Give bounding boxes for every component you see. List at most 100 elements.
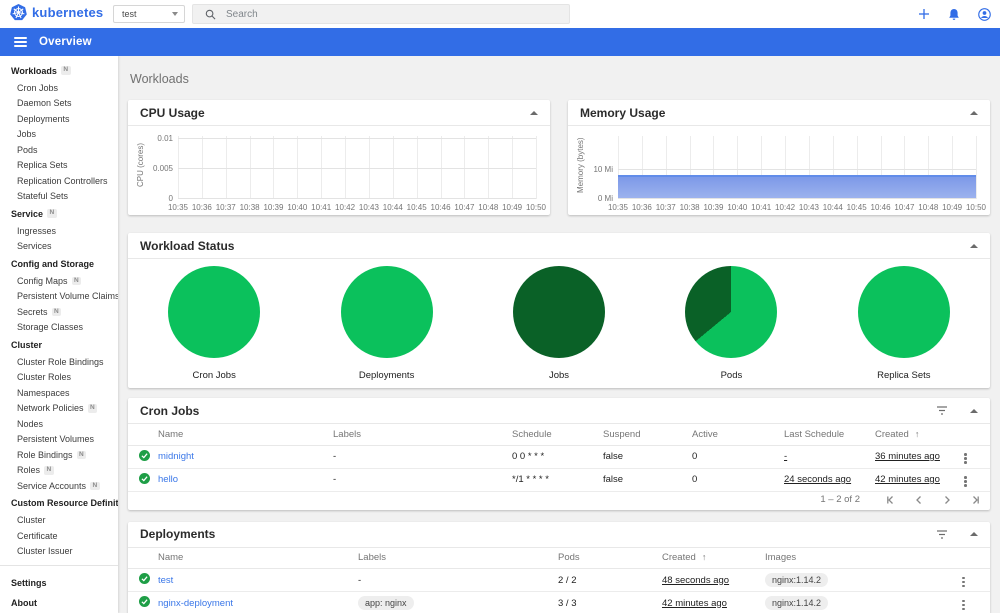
workload-pie-chart[interactable] xyxy=(513,265,606,358)
workload-pie-chart[interactable] xyxy=(340,265,433,358)
namespaced-badge: N xyxy=(71,276,82,285)
sidebar-item[interactable]: Cron Jobs xyxy=(0,80,118,96)
labels-value: - xyxy=(333,474,337,485)
workload-pie-chart[interactable] xyxy=(857,265,950,358)
previous-page-icon[interactable] xyxy=(914,495,924,505)
last-schedule-value: 24 seconds ago xyxy=(784,474,852,485)
search-bar[interactable] xyxy=(192,4,570,24)
sidebar-item[interactable]: Replica Sets xyxy=(0,158,118,174)
kubernetes-logo[interactable]: kubernetes xyxy=(10,4,103,21)
sidebar-item[interactable]: Service N xyxy=(0,204,118,223)
sidebar-item[interactable]: Cluster Issuer xyxy=(0,544,118,560)
sidebar-item[interactable]: Secrets N xyxy=(0,304,118,320)
sidebar-item[interactable]: Cluster xyxy=(0,513,118,529)
filter-icon[interactable] xyxy=(936,529,948,539)
create-resource-button[interactable] xyxy=(916,6,932,22)
sidebar-item[interactable]: Persistent Volume Claims N xyxy=(0,289,118,305)
sidebar-item[interactable]: Settings xyxy=(0,573,118,593)
deployment-name-link[interactable]: test xyxy=(158,575,173,586)
sidebar-item[interactable]: Jobs xyxy=(0,127,118,143)
deployments-card: Deployments Name Labels Pods Created ↑ I… xyxy=(128,521,990,613)
sidebar-item[interactable]: Role Bindings N xyxy=(0,447,118,463)
sidebar-item[interactable]: Daemon Sets xyxy=(0,96,118,112)
column-active[interactable]: Active xyxy=(692,424,784,446)
x-tick-label: 10:41 xyxy=(751,203,772,212)
column-labels[interactable]: Labels xyxy=(333,424,512,446)
collapse-icon[interactable] xyxy=(970,243,978,248)
sidebar-item[interactable]: Service Accounts N xyxy=(0,478,118,494)
image-chip: nginx:1.14.2 xyxy=(765,596,829,610)
workload-pie-cell: Replica Sets xyxy=(818,265,990,381)
workload-pie-chart[interactable] xyxy=(685,265,778,358)
column-created[interactable]: Created ↑ xyxy=(662,547,765,569)
collapse-icon[interactable] xyxy=(970,110,978,115)
sidebar-item[interactable]: Storage Classes xyxy=(0,320,118,336)
cron-job-name-link[interactable]: midnight xyxy=(158,451,194,462)
sidebar-item[interactable]: Custom Resource Definitions xyxy=(0,494,118,513)
sidebar-item[interactable]: Roles N xyxy=(0,463,118,479)
sidebar-item[interactable]: Ingresses xyxy=(0,223,118,239)
column-labels[interactable]: Labels xyxy=(358,547,558,569)
sidebar-item[interactable] xyxy=(0,565,118,566)
sidebar-item[interactable]: About xyxy=(0,593,118,613)
namespace-selector[interactable]: test xyxy=(113,5,185,23)
sidebar-item[interactable]: Cluster xyxy=(0,335,118,354)
labels-value: - xyxy=(333,451,337,462)
sidebar-item[interactable]: Deployments xyxy=(0,111,118,127)
column-created[interactable]: Created ↑ xyxy=(875,424,962,446)
check-circle-icon xyxy=(139,472,150,484)
sidebar-item[interactable]: Cluster Role Bindings xyxy=(0,354,118,370)
column-images[interactable]: Images xyxy=(765,547,960,569)
x-tick-label: 10:42 xyxy=(775,203,796,212)
sidebar-item[interactable]: Certificate xyxy=(0,528,118,544)
first-page-icon[interactable] xyxy=(886,495,896,505)
column-name[interactable]: Name xyxy=(158,424,333,446)
column-actions xyxy=(960,547,990,569)
sidebar-item[interactable]: Workloads N xyxy=(0,61,118,80)
collapse-icon[interactable] xyxy=(970,532,978,536)
cron-job-row[interactable]: hello - */1 * * * * false 0 24 seconds a… xyxy=(128,468,990,492)
column-name[interactable]: Name xyxy=(158,547,358,569)
notifications-button[interactable] xyxy=(946,6,962,22)
check-circle-icon xyxy=(139,449,150,461)
column-pods[interactable]: Pods xyxy=(558,547,662,569)
sidebar-item[interactable]: Config Maps N xyxy=(0,273,118,289)
deployment-row[interactable]: nginx-deployment app: nginx 3 / 3 42 min… xyxy=(128,591,990,613)
menu-icon[interactable] xyxy=(14,37,27,47)
row-menu-icon[interactable] xyxy=(962,474,969,489)
namespace-selected-value: test xyxy=(122,9,137,19)
column-suspend[interactable]: Suspend xyxy=(603,424,692,446)
column-last-schedule[interactable]: Last Schedule xyxy=(784,424,875,446)
sidebar-item[interactable]: Cluster Roles xyxy=(0,370,118,386)
cron-job-row[interactable]: midnight - 0 0 * * * false 0 - 36 minute… xyxy=(128,445,990,469)
x-tick-label: 10:42 xyxy=(335,203,356,212)
row-menu-icon[interactable] xyxy=(960,598,967,613)
sidebar-item[interactable]: Persistent Volumes xyxy=(0,432,118,448)
search-input[interactable] xyxy=(226,8,526,20)
row-menu-icon[interactable] xyxy=(962,451,969,466)
deployment-row[interactable]: test - 2 / 2 48 seconds ago nginx:1.14.2 xyxy=(128,568,990,592)
sidebar-item[interactable]: Pods xyxy=(0,142,118,158)
workload-pie-chart[interactable] xyxy=(168,265,261,358)
last-page-icon[interactable] xyxy=(970,495,980,505)
account-button[interactable] xyxy=(976,6,992,22)
workload-pie-cell: Pods xyxy=(645,265,817,381)
sidebar-item[interactable]: Network Policies N xyxy=(0,401,118,417)
sidebar-item[interactable]: Services xyxy=(0,239,118,255)
sidebar-item[interactable]: Config and Storage xyxy=(0,254,118,273)
namespaced-badge: N xyxy=(60,66,71,75)
filter-icon[interactable] xyxy=(936,406,948,415)
namespaced-badge: N xyxy=(90,481,100,490)
collapse-icon[interactable] xyxy=(530,110,538,115)
sidebar-item[interactable]: Nodes xyxy=(0,416,118,432)
row-menu-icon[interactable] xyxy=(960,575,967,590)
collapse-icon[interactable] xyxy=(970,408,978,413)
column-schedule[interactable]: Schedule xyxy=(512,424,603,446)
workload-status-card: Workload Status Cron Jobs Deployments Jo… xyxy=(128,233,990,388)
deployment-name-link[interactable]: nginx-deployment xyxy=(158,598,233,609)
cron-job-name-link[interactable]: hello xyxy=(158,474,178,485)
next-page-icon[interactable] xyxy=(942,495,952,505)
sidebar-item[interactable]: Replication Controllers xyxy=(0,173,118,189)
sidebar-item[interactable]: Namespaces xyxy=(0,385,118,401)
sidebar-item[interactable]: Stateful Sets xyxy=(0,189,118,205)
